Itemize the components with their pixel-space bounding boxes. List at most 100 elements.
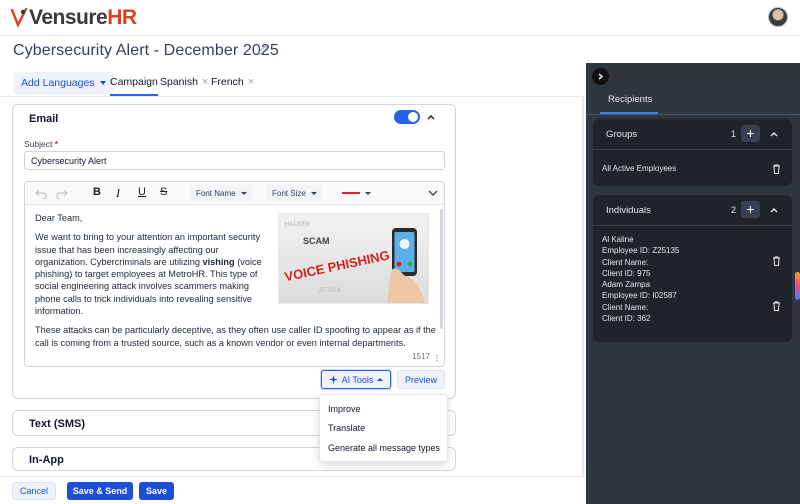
pencil-icon[interactable] [257,44,269,56]
individuals-title: Individuals [606,205,651,216]
add-languages-label: Add Languages [21,77,95,89]
caret-down-icon [99,81,106,85]
side-widget-tab[interactable] [795,272,800,300]
user-avatar[interactable] [768,7,788,27]
group-item: All Active Employees [602,164,677,173]
sparkle-icon [328,375,338,384]
section-divider [593,149,792,150]
menu-item-translate[interactable]: Translate [320,419,447,439]
character-count: 1517 [412,352,430,361]
voice-phishing-illustration: HACKER ATTACK SCAM VOICE PHISHING [283,222,425,303]
individual-client-id: Client ID: 362 [602,313,651,323]
logo-swoosh-icon [10,7,28,28]
individual-item: Adam Zampa Employee ID: I02587 Client Na… [602,279,677,324]
rich-text-editor[interactable]: B I U S Font Name Font Size Dear Team, W… [24,181,445,367]
individual-name: Al Kaline [602,235,634,244]
tab-label: French [211,76,244,88]
caret-down-icon [240,191,247,195]
tab-label: Campaign [110,76,158,88]
body-paragraph: These attacks can be particularly decept… [35,325,436,348]
individuals-count: 2 [731,205,737,215]
image-headline: VOICE PHISHING [283,247,391,284]
undo-icon[interactable] [35,188,47,199]
add-languages-button[interactable]: Add Languages [13,72,114,94]
italic-button[interactable]: I [116,186,120,201]
individual-name: Adam Zampa [602,280,651,289]
chevron-up-icon[interactable] [426,112,436,122]
editor-scrollbar[interactable] [440,209,443,329]
panel-divider [586,114,800,115]
font-size-select[interactable]: Font Size [267,185,322,201]
ai-tools-menu: Improve Translate Generate all message t… [319,394,448,462]
chevron-up-icon[interactable] [769,129,779,139]
individual-client-name: Client Name: [602,302,649,312]
ai-tools-button[interactable]: AI Tools [321,370,391,389]
tab-recipients[interactable]: Recipients [608,94,652,105]
save-button[interactable]: Save [139,482,174,500]
color-swatch [342,192,360,194]
add-group-button[interactable]: + [741,125,760,142]
individual-client-name: Client Name: [602,257,649,267]
subject-input[interactable] [24,151,445,170]
underline-button[interactable]: U [138,186,146,198]
recipients-panel: Recipients Groups 1 + All Active Employe… [586,63,800,504]
close-icon[interactable]: × [248,76,254,88]
subject-label: Subject * [24,139,58,149]
editor-toolbar: B I U S Font Name Font Size [25,182,444,205]
voice-phishing-image[interactable]: HACKER ATTACK SCAM VOICE PHISHING [278,213,429,304]
strikethrough-button[interactable]: S [160,186,167,198]
groups-count: 1 [731,129,737,139]
main-scrollbar[interactable] [582,97,584,476]
ai-tools-label: AI Tools [341,374,374,385]
menu-item-generate-all[interactable]: Generate all message types [320,438,447,458]
vensurehr-logo[interactable]: Vensure HR [10,6,137,30]
individual-employee-id: Employee ID: Z25135 [602,246,680,256]
font-size-label: Font Size [272,188,306,198]
caret-down-icon [310,191,317,195]
trash-icon[interactable] [772,164,781,174]
trash-icon[interactable] [772,301,781,311]
logo-text-suffix: HR [107,6,137,29]
bold-button[interactable]: B [93,186,101,198]
caret-up-icon [377,378,384,381]
tab-french[interactable]: French × [211,76,254,88]
preview-button[interactable]: Preview [397,370,445,389]
menu-item-improve[interactable]: Improve [320,399,447,419]
font-name-select[interactable]: Font Name [191,185,252,201]
body-paragraph: We want to bring to your attention an im… [35,231,271,317]
image-word: ATTACK [319,288,342,294]
cancel-button[interactable]: Cancel [12,482,56,500]
required-marker: * [54,139,59,149]
tab-label: Spanish [160,76,198,88]
email-enabled-toggle[interactable] [394,110,420,124]
bold-text-run: vishing [202,256,235,267]
individual-item: Al Kaline Employee ID: Z25135 Client Nam… [602,234,679,279]
tab-campaign[interactable]: Campaign [110,76,158,96]
sms-card-title: Text (SMS) [29,418,86,430]
chevron-right-icon [598,73,604,80]
groups-section: Groups 1 + All Active Employees [593,119,792,186]
inapp-card-title: In-App [29,454,64,466]
add-individual-button[interactable]: + [741,201,760,218]
redo-icon[interactable] [56,188,68,199]
chevron-up-icon[interactable] [769,205,779,215]
top-bar: Vensure HR [0,0,800,36]
save-and-send-button[interactable]: Save & Send [67,482,133,500]
email-card: Email Subject * B I U S Font Name Font S… [12,104,456,399]
tab-spanish[interactable]: Spanish × [160,76,208,88]
individual-employee-id: Employee ID: I02587 [602,291,677,301]
chevron-down-icon[interactable] [428,188,438,198]
section-divider [593,225,792,226]
collapse-panel-button[interactable] [592,68,609,85]
groups-title: Groups [606,129,638,140]
resize-handle-icon[interactable] [434,354,440,362]
page-title: Cybersecurity Alert - December 2025 [13,42,279,59]
individuals-section: Individuals 2 + Al Kaline Employee ID: Z… [593,195,792,342]
action-bar: Cancel Save & Send Save [0,476,584,504]
trash-icon[interactable] [772,256,781,266]
image-word: SCAM [303,236,330,246]
font-name-label: Font Name [196,188,236,198]
font-color-select[interactable] [337,185,376,201]
logo-text-prefix: Vensure [29,6,108,29]
close-icon[interactable]: × [202,76,208,88]
